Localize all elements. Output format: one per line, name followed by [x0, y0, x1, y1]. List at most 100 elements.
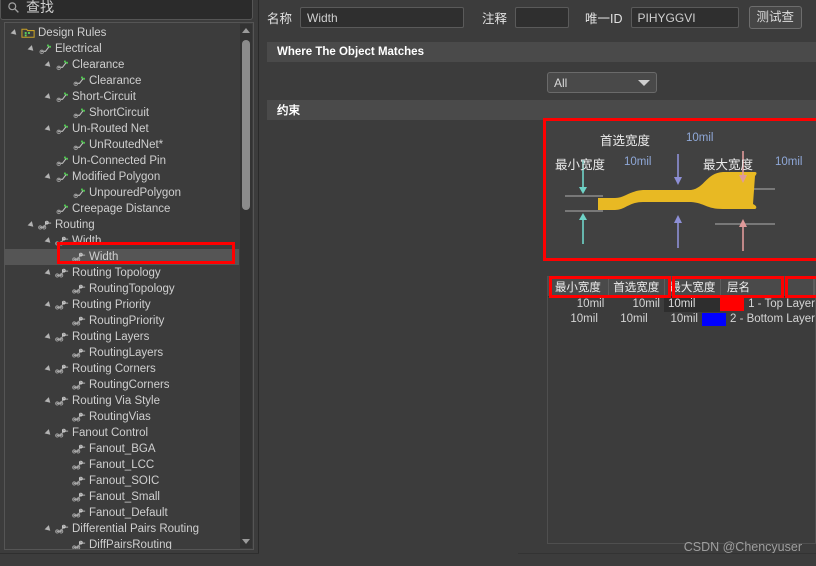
table-column-header[interactable]: 最小宽度 — [548, 277, 609, 296]
tree-item-routingpriority[interactable]: RoutingPriority — [5, 313, 239, 329]
caret-expanded-icon[interactable] — [28, 44, 38, 54]
unique-id-label: 唯一ID — [585, 11, 623, 26]
tree-item-routing[interactable]: Routing — [5, 217, 239, 233]
scrollbar-thumb[interactable] — [242, 40, 250, 210]
caret-expanded-icon[interactable] — [45, 364, 55, 374]
tree-item-fanout-soic[interactable]: Fanout_SOIC — [5, 473, 239, 489]
tree-item-modified-polygon[interactable]: Modified Polygon — [5, 169, 239, 185]
caret-expanded-icon[interactable] — [45, 428, 55, 438]
tree-item-routingvias[interactable]: RoutingVias — [5, 409, 239, 425]
scope-select[interactable]: All — [547, 72, 657, 93]
cell-layer-name[interactable]: 1 - Top Layer — [720, 297, 815, 312]
tree-item-fanout-default[interactable]: Fanout_Default — [5, 505, 239, 521]
cell-preferred-width[interactable]: 10mil — [608, 297, 664, 312]
tree-item-routingtopology[interactable]: RoutingTopology — [5, 281, 239, 297]
routing-icon — [55, 363, 70, 375]
rules-tree-panel: 查找 Design Rules Electrical Clearance Cleara… — [0, 0, 259, 566]
panel-footer — [518, 553, 816, 566]
tree-item-routing-topology[interactable]: Routing Topology — [5, 265, 239, 281]
cell-max-width[interactable]: 10mil — [652, 312, 702, 327]
tree-item-label: Short-Circuit — [72, 91, 136, 103]
caret-expanded-icon[interactable] — [45, 236, 55, 246]
unique-id-field[interactable]: PIHYGGVI — [630, 6, 739, 28]
routing-icon — [72, 251, 87, 263]
electrical-icon — [72, 187, 87, 199]
tree-item-width[interactable]: Width — [5, 233, 239, 249]
tree-item-unpouredpolygon[interactable]: UnpouredPolygon — [5, 185, 239, 201]
tree-item-routinglayers[interactable]: RoutingLayers — [5, 345, 239, 361]
tree-item-creepage-distance[interactable]: Creepage Distance — [5, 201, 239, 217]
tree-item-diffpairsrouting[interactable]: DiffPairsRouting — [5, 537, 239, 549]
tree-item-label: Clearance — [72, 59, 125, 71]
design-rules-dialog: 查找 Design Rules Electrical Clearance Cleara… — [0, 0, 816, 566]
caret-up-icon[interactable] — [242, 28, 250, 33]
caret-expanded-icon[interactable] — [45, 124, 55, 134]
tree-item-un-connected-pin[interactable]: Un-Connected Pin — [5, 153, 239, 169]
tree-item-differential-pairs-routing[interactable]: Differential Pairs Routing — [5, 521, 239, 537]
tree-item-un-routed-net[interactable]: Un-Routed Net — [5, 121, 239, 137]
tree-item-label: Routing Layers — [72, 331, 150, 343]
tree-item-fanout-bga[interactable]: Fanout_BGA — [5, 441, 239, 457]
table-column-header[interactable]: 首选宽度 — [609, 277, 665, 296]
tree-item-width[interactable]: Width — [5, 249, 239, 265]
tree-item-fanout-lcc[interactable]: Fanout_LCC — [5, 457, 239, 473]
caret-expanded-icon[interactable] — [45, 268, 55, 278]
caret-expanded-icon[interactable] — [45, 396, 55, 406]
tree-item-clearance[interactable]: Clearance — [5, 73, 239, 89]
tree-item-label: RoutingVias — [89, 411, 151, 423]
table-row[interactable]: 10mil 10mil 10mil 2 - Bottom Layer — [548, 312, 815, 327]
tree-item-short-circuit[interactable]: Short-Circuit — [5, 89, 239, 105]
tree-item-shortcircuit[interactable]: ShortCircuit — [5, 105, 239, 121]
caret-expanded-icon[interactable] — [45, 332, 55, 342]
caret-expanded-icon[interactable] — [11, 28, 21, 38]
chevron-down-icon — [638, 79, 650, 86]
tree-item-fanout-small[interactable]: Fanout_Small — [5, 489, 239, 505]
caret-expanded-icon[interactable] — [45, 300, 55, 310]
tree-item-routing-via-style[interactable]: Routing Via Style — [5, 393, 239, 409]
caret-expanded-icon[interactable] — [45, 60, 55, 70]
cell-min-width[interactable]: 10mil — [548, 312, 602, 327]
cell-preferred-width[interactable]: 10mil — [602, 312, 652, 327]
tree-item-label: Un-Routed Net — [72, 123, 149, 135]
max-width-value: 10mil — [775, 156, 803, 168]
electrical-icon — [55, 123, 70, 135]
tree-scrollbar[interactable] — [240, 24, 252, 548]
search-input[interactable]: 查找 — [0, 0, 253, 20]
table-column-header[interactable]: 最大宽度 — [665, 277, 721, 296]
table-column-header[interactable]: 层名 — [721, 277, 814, 296]
preferred-width-value: 10mil — [686, 132, 714, 144]
comment-field[interactable] — [515, 6, 570, 28]
tree-item-routing-corners[interactable]: Routing Corners — [5, 361, 239, 377]
width-rules-table[interactable]: 最小宽度 首选宽度 最大宽度 层名 10mil 10mil 10mil 1 - Top La… — [547, 276, 816, 544]
cell-layer-name[interactable]: 2 - Bottom Layer — [701, 312, 815, 327]
rules-tree[interactable]: Design Rules Electrical Clearance Clearance… — [4, 22, 254, 550]
rule-header: 名称 Width 注释 唯一ID PIHYGGVI 测试查 — [259, 0, 816, 34]
caret-expanded-icon[interactable] — [45, 172, 55, 182]
electrical-icon — [55, 171, 70, 183]
tree-item-electrical[interactable]: Electrical — [5, 41, 239, 57]
caret-expanded-icon[interactable] — [45, 92, 55, 102]
caret-down-icon[interactable] — [242, 539, 250, 544]
search-icon — [8, 1, 19, 13]
tree-item-label: Routing Topology — [72, 267, 161, 279]
caret-expanded-icon[interactable] — [28, 220, 38, 230]
table-header-row: 最小宽度 首选宽度 最大宽度 层名 — [548, 277, 815, 297]
electrical-icon — [55, 203, 70, 215]
tree-item-fanout-control[interactable]: Fanout Control — [5, 425, 239, 441]
folder-rules-icon — [21, 27, 36, 39]
test-button[interactable]: 测试查 — [748, 5, 803, 29]
tree-item-routing-priority[interactable]: Routing Priority — [5, 297, 239, 313]
caret-expanded-icon[interactable] — [45, 524, 55, 534]
routing-icon — [72, 411, 87, 423]
tree-item-label: Design Rules — [38, 27, 107, 39]
name-field[interactable]: Width — [300, 6, 465, 28]
cell-max-width[interactable]: 10mil — [663, 297, 721, 312]
tree-item-routingcorners[interactable]: RoutingCorners — [5, 377, 239, 393]
tree-item-design-rules[interactable]: Design Rules — [5, 25, 239, 41]
tree-item-unroutednet[interactable]: UnRoutedNet* — [5, 137, 239, 153]
tree-item-routing-layers[interactable]: Routing Layers — [5, 329, 239, 345]
routing-icon — [55, 299, 70, 311]
tree-item-clearance[interactable]: Clearance — [5, 57, 239, 73]
table-row[interactable]: 10mil 10mil 10mil 1 - Top Layer — [548, 297, 815, 312]
cell-min-width[interactable]: 10mil — [548, 297, 608, 312]
